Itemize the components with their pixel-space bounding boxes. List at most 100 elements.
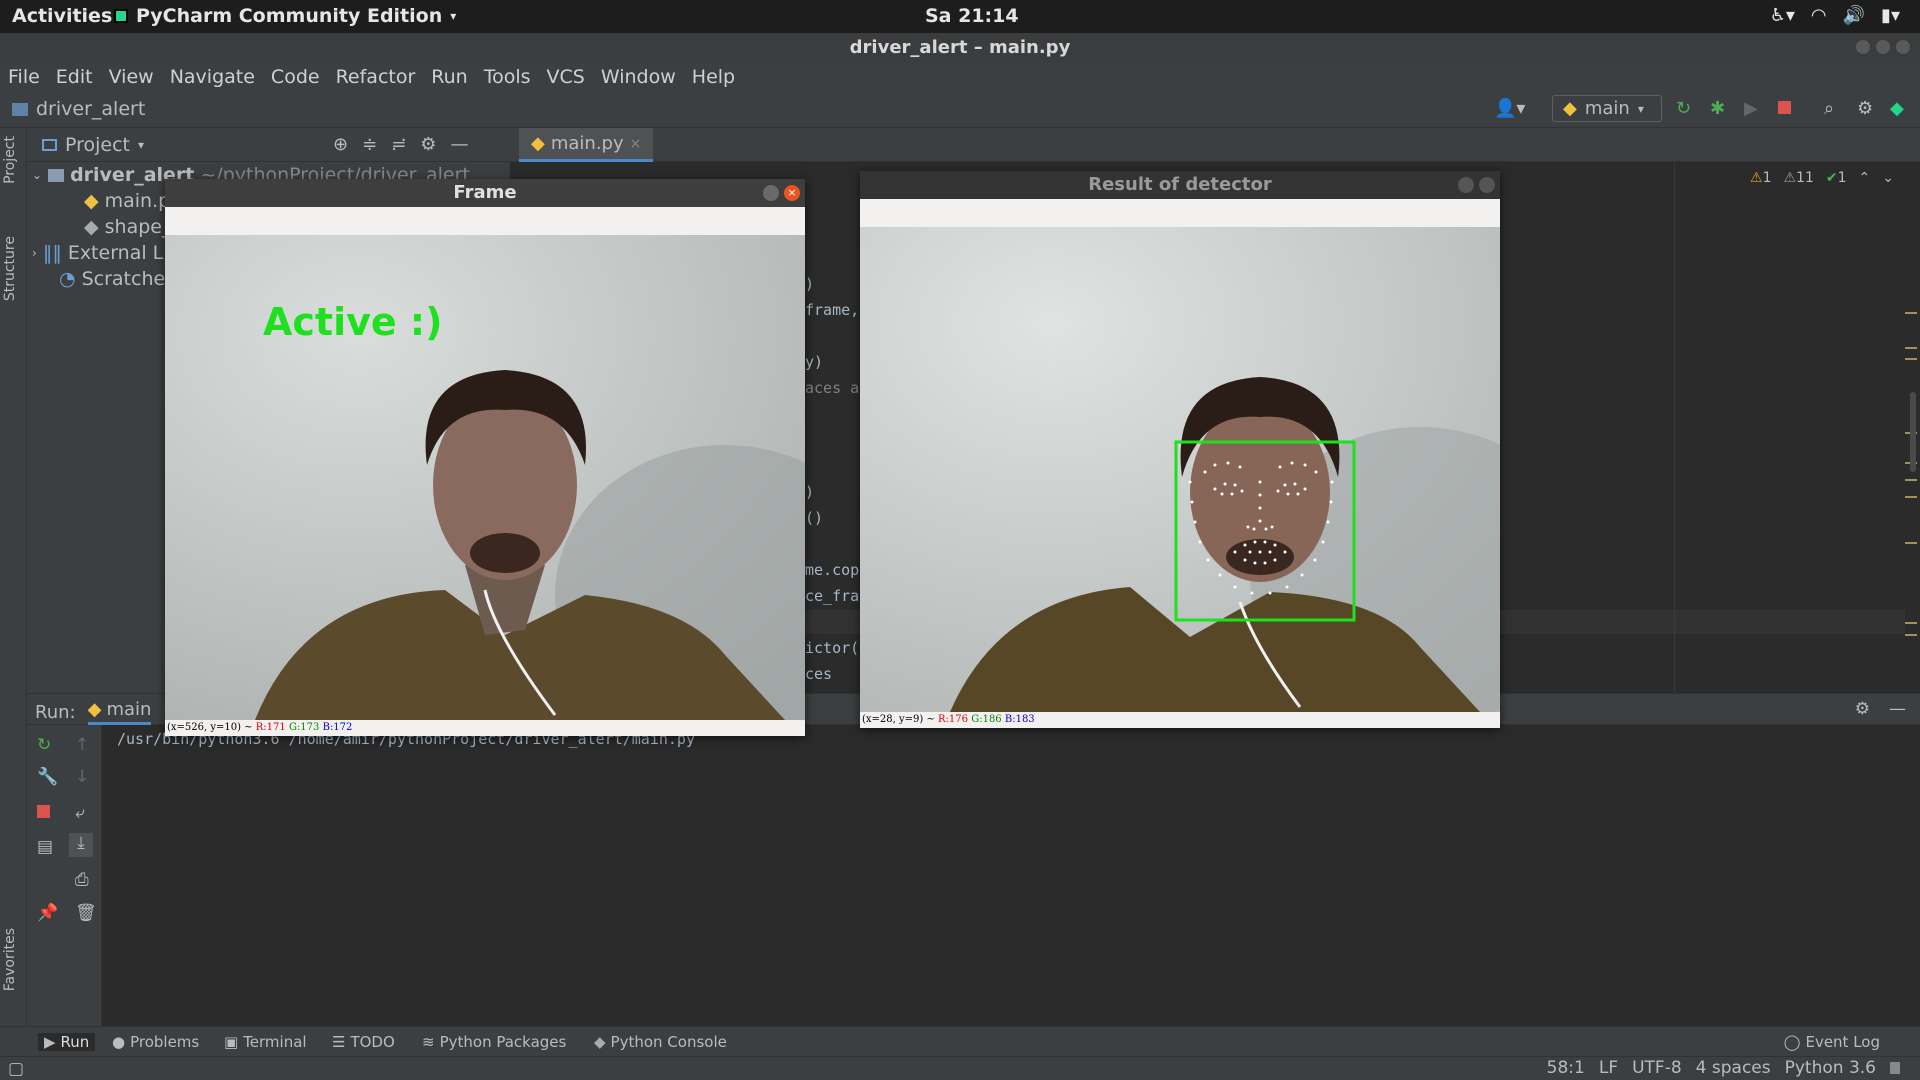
detector-window-title[interactable]: Result of detector	[860, 171, 1500, 199]
rerun-icon[interactable]: ↻	[1676, 98, 1691, 119]
up-arrow-icon[interactable]: ↑	[75, 735, 89, 755]
tree-item-scratches[interactable]: ◔ Scratches	[59, 268, 175, 290]
menu-help[interactable]: Help	[692, 66, 735, 88]
tab-main-py[interactable]: ◆ main.py ×	[519, 128, 654, 162]
search-icon[interactable]: ⌕	[1824, 98, 1834, 119]
menu-view[interactable]: View	[109, 66, 154, 88]
volume-icon[interactable]: 🔊	[1843, 5, 1865, 26]
lock-icon[interactable]	[1890, 1062, 1900, 1074]
app-menu[interactable]: PyCharm Community Edition ▾	[114, 5, 456, 27]
pin-icon[interactable]: 📌	[37, 903, 58, 923]
frame-window[interactable]: Frame × Active :) (x=526, y=10) ~ R:171 …	[165, 179, 805, 736]
menu-refactor[interactable]: Refactor	[336, 66, 416, 88]
wifi-icon[interactable]: ◠	[1811, 5, 1827, 26]
tree-item-shape[interactable]: ◆ shape_	[84, 216, 171, 238]
tab-run[interactable]: ▶ Run	[38, 1033, 96, 1051]
menu-edit[interactable]: Edit	[56, 66, 93, 88]
layout-icon[interactable]: ▤	[37, 837, 53, 857]
soft-wrap-icon[interactable]: ⤶	[75, 803, 85, 823]
clock[interactable]: Sa 21:14	[925, 5, 1019, 27]
detector-window[interactable]: Result of detector (x=28, y=9) ~ R:176 G…	[860, 171, 1500, 728]
menu-window[interactable]: Window	[601, 66, 676, 88]
coverage-icon[interactable]: ▶	[1744, 98, 1758, 119]
menu-run[interactable]: Run	[431, 66, 467, 88]
breadcrumb[interactable]: driver_alert	[12, 98, 145, 120]
scrollbar-thumb[interactable]	[1910, 392, 1916, 472]
python-interpreter[interactable]: Python 3.6	[1785, 1058, 1876, 1078]
frame-image[interactable]: Active :)	[165, 235, 805, 720]
print-icon[interactable]: ⎙	[75, 870, 89, 890]
chevron-up-icon[interactable]: ⌃	[1859, 170, 1871, 186]
inspection-widget[interactable]: ⚠1 ⚠11 ✔1 ⌃ ⌄	[1750, 170, 1894, 186]
maximize-button[interactable]	[1876, 40, 1890, 54]
window-controls[interactable]	[1856, 40, 1910, 54]
breadcrumb-project[interactable]: driver_alert	[36, 98, 145, 120]
tab-python-console[interactable]: ◆ Python Console	[594, 1033, 727, 1051]
menu-code[interactable]: Code	[271, 66, 320, 88]
line-separator[interactable]: LF	[1599, 1058, 1618, 1078]
gear-icon[interactable]: ⚙	[1857, 98, 1873, 119]
stripe-mark	[1905, 622, 1917, 624]
down-arrow-icon[interactable]: ↓	[75, 767, 89, 787]
close-icon[interactable]: ×	[630, 136, 642, 152]
warning-count[interactable]: ⚠1	[1750, 170, 1771, 186]
layout-toggle-icon[interactable]: ▢	[8, 1059, 24, 1079]
rerun-icon[interactable]: ↻	[37, 735, 51, 755]
jetbrains-icon[interactable]: ◆	[1890, 98, 1904, 119]
close-button[interactable]	[1479, 177, 1495, 193]
gear-icon[interactable]: ⚙	[1855, 699, 1870, 719]
trash-icon[interactable]: 🗑	[75, 903, 97, 923]
run-configuration-select[interactable]: ◆ main ▾	[1552, 95, 1662, 122]
user-icon[interactable]: 👤▾	[1494, 98, 1525, 119]
event-log-button[interactable]: ◯ Event Log	[1784, 1033, 1880, 1051]
stop-icon[interactable]	[1778, 98, 1791, 119]
weak-warning-count[interactable]: ⚠11	[1783, 170, 1813, 186]
wrench-icon[interactable]: 🔧	[37, 767, 58, 787]
menu-file[interactable]: File	[8, 66, 40, 88]
tab-todo[interactable]: ☰ TODO	[332, 1033, 395, 1051]
stop-icon[interactable]	[37, 803, 50, 823]
tree-item-main[interactable]: ◆ main.p	[84, 190, 170, 212]
project-view-select[interactable]: Project ▾	[42, 134, 144, 156]
menu-tools[interactable]: Tools	[484, 66, 531, 88]
code-line: me.cop	[805, 561, 860, 579]
frame-window-title[interactable]: Frame	[165, 179, 805, 207]
expand-all-icon[interactable]: ≑	[362, 134, 377, 155]
file-encoding[interactable]: UTF-8	[1632, 1058, 1682, 1078]
close-button[interactable]: ×	[784, 185, 800, 201]
menu-vcs[interactable]: VCS	[547, 66, 585, 88]
accessibility-icon[interactable]: ♿▾	[1770, 5, 1795, 26]
ok-count[interactable]: ✔1	[1826, 170, 1847, 186]
detector-image[interactable]	[860, 227, 1500, 712]
tab-structure[interactable]: Structure	[2, 236, 18, 301]
activities-button[interactable]: Activities	[12, 5, 112, 27]
minimize-button[interactable]	[1856, 40, 1870, 54]
chevron-down-icon: ▾	[450, 9, 457, 23]
gear-icon[interactable]: ⚙	[420, 134, 436, 155]
run-tab-main[interactable]: ◆ main	[87, 699, 152, 725]
minimize-button[interactable]	[1458, 177, 1474, 193]
code-line: ces	[805, 665, 833, 683]
caret-position[interactable]: 58:1	[1547, 1058, 1585, 1078]
hide-icon[interactable]: —	[1889, 699, 1906, 719]
code-line: )	[805, 483, 815, 501]
chevron-down-icon[interactable]: ⌄	[1882, 170, 1894, 186]
system-tray[interactable]: ♿▾ ◠ 🔊 ▮▾	[1770, 5, 1900, 26]
tab-python-packages[interactable]: ≋ Python Packages	[422, 1033, 566, 1051]
scroll-to-end-icon[interactable]: ⤓	[69, 833, 93, 857]
tree-item-external-libraries[interactable]: › ‖‖ External L	[32, 242, 163, 264]
minimize-button[interactable]	[763, 185, 779, 201]
battery-icon[interactable]: ▮▾	[1881, 5, 1900, 26]
indent-setting[interactable]: 4 spaces	[1696, 1058, 1771, 1078]
error-stripe[interactable]	[1905, 162, 1920, 693]
close-button[interactable]	[1896, 40, 1910, 54]
tab-problems[interactable]: ● Problems	[112, 1033, 199, 1051]
collapse-all-icon[interactable]: ≓	[391, 134, 406, 155]
hide-icon[interactable]: —	[450, 134, 468, 155]
tab-favorites[interactable]: Favorites	[2, 928, 18, 991]
menu-navigate[interactable]: Navigate	[170, 66, 255, 88]
debug-icon[interactable]: ✱	[1710, 98, 1725, 119]
tab-project[interactable]: Project	[2, 136, 18, 184]
tab-terminal[interactable]: ▣ Terminal	[224, 1033, 307, 1051]
locate-icon[interactable]: ⊕	[333, 134, 348, 155]
